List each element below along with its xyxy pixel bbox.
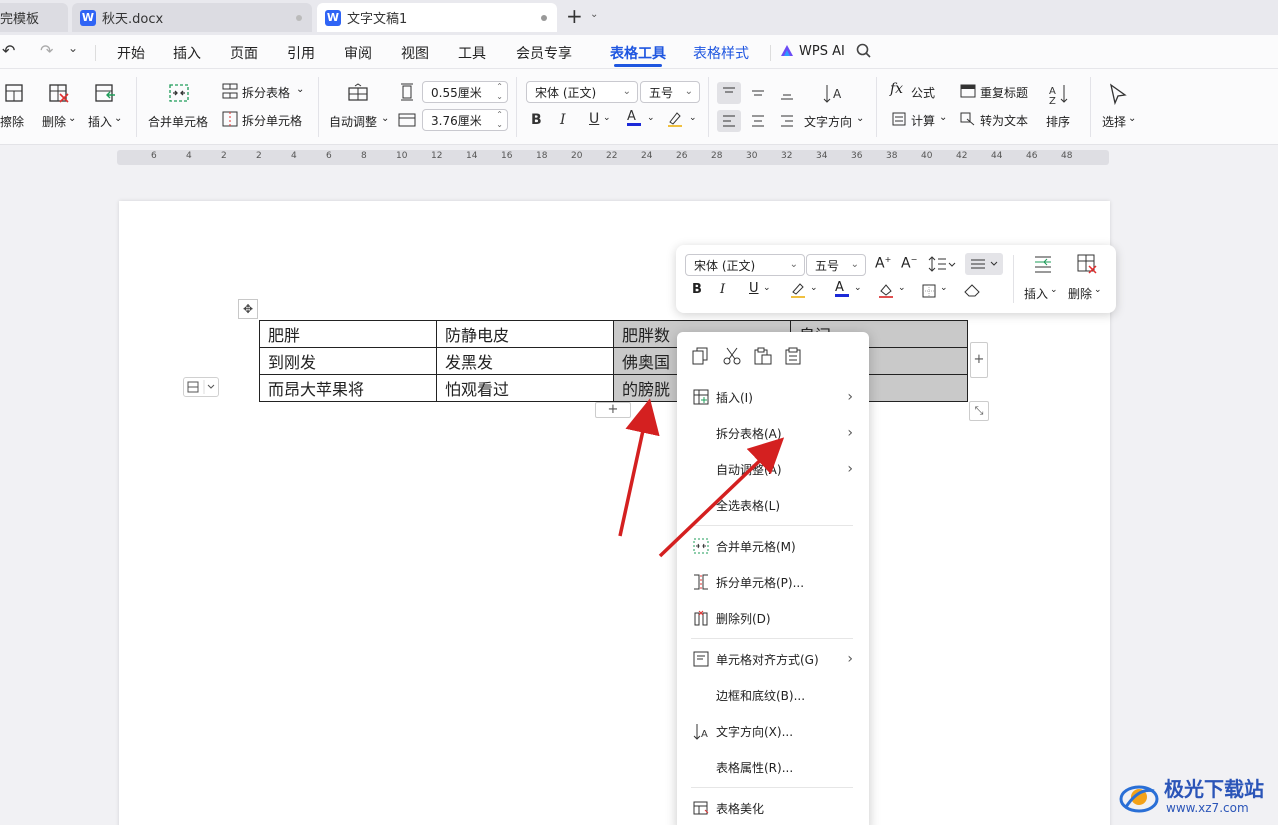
red-arrow-to-table [618, 398, 660, 537]
red-arrow-to-split-table [658, 437, 785, 558]
annotation-arrows [618, 398, 785, 558]
watermark-url: www.xz7.com [1166, 801, 1249, 815]
watermark-title: 极光下载站 [1164, 777, 1264, 801]
watermark-logo-icon [1118, 777, 1160, 820]
